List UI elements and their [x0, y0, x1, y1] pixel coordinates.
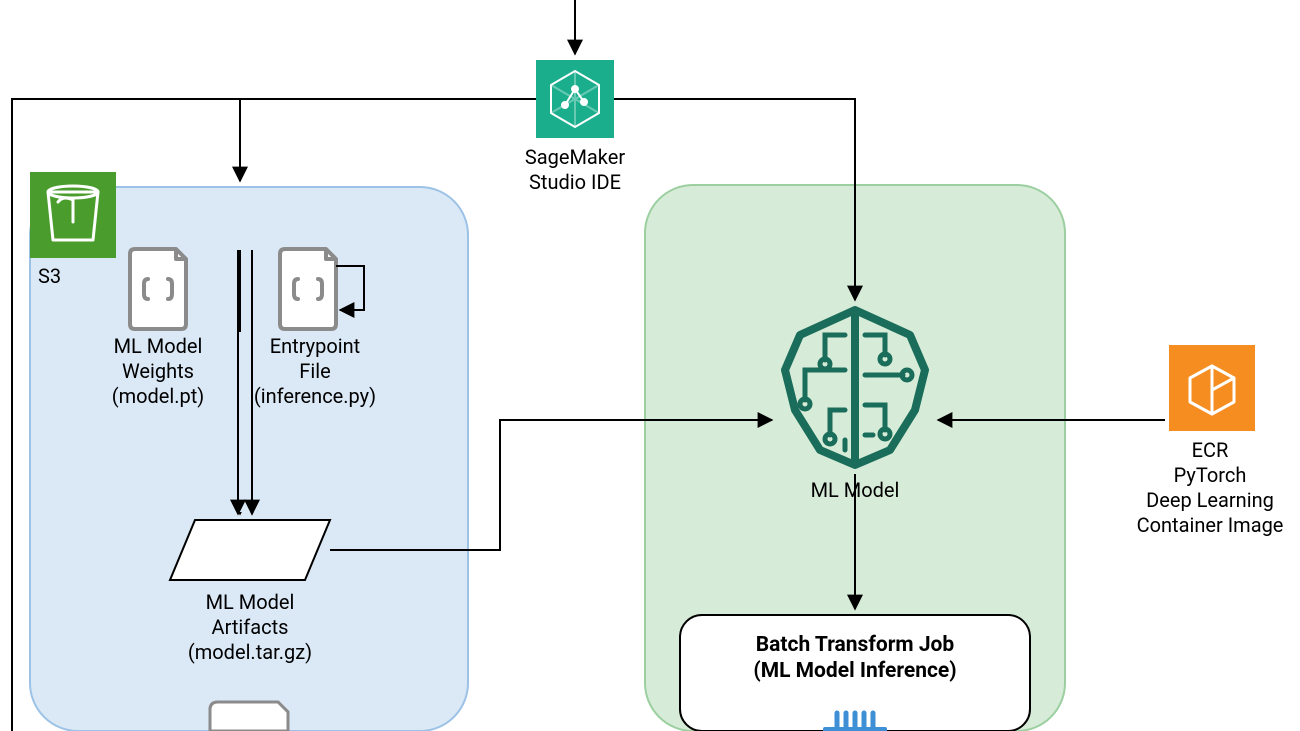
- artifacts-label: ML Model Artifacts (model.tar.gz): [165, 590, 335, 665]
- ecr-icon: [1169, 345, 1255, 431]
- entrypoint-file-icon: [280, 249, 336, 329]
- batch-job-label: Batch Transform Job (ML Model Inference): [705, 632, 1005, 685]
- artifacts-shape: [170, 520, 330, 580]
- model-weights-label: ML Model Weights (model.pt): [98, 334, 218, 409]
- model-weights-file-icon: [130, 249, 186, 329]
- entrypoint-label: Entrypoint File (inference.py): [250, 334, 380, 409]
- s3-bucket-icon: [30, 172, 116, 258]
- s3-label: S3: [38, 264, 98, 289]
- ml-model-label: ML Model: [790, 478, 920, 503]
- sagemaker-label: SageMaker Studio IDE: [480, 145, 670, 195]
- ecr-label: ECR PyTorch Deep Learning Container Imag…: [1105, 438, 1300, 538]
- sagemaker-icon: [536, 60, 614, 138]
